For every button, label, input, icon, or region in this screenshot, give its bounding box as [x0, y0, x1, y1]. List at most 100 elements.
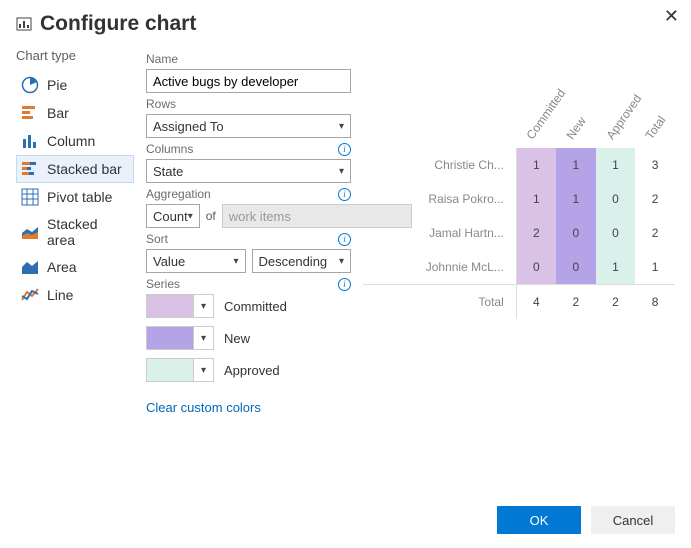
rows-label: Rows: [146, 97, 351, 111]
series-name: New: [224, 331, 250, 346]
pie-icon: [21, 76, 39, 94]
stacked-area-icon: [21, 223, 39, 241]
series-row: ▾ New: [146, 326, 351, 350]
pivot-cell: 2: [516, 216, 556, 250]
sort-label: Sort: [146, 232, 168, 246]
series-row: ▾ Committed: [146, 294, 351, 318]
pivot-cell: 0: [556, 250, 596, 285]
chart-type-label-text: Area: [47, 259, 77, 275]
pivot-cell: 1: [635, 250, 675, 285]
pivot-row-header: Raisa Pokro...: [363, 182, 516, 216]
chart-type-bar[interactable]: Bar: [16, 99, 134, 127]
pivot-row-header: Christie Ch...: [363, 148, 516, 182]
close-icon[interactable]: ✕: [664, 6, 679, 27]
chart-type-pie[interactable]: Pie: [16, 71, 134, 99]
pivot-cell: 1: [516, 148, 556, 182]
rows-select[interactable]: Assigned To ▾: [146, 114, 351, 138]
color-swatch: [147, 295, 193, 317]
chevron-down-icon: ▾: [193, 327, 213, 349]
pivot-cell: 2: [596, 285, 636, 320]
pivot-cell: 0: [596, 216, 636, 250]
chevron-down-icon: ▾: [193, 295, 213, 317]
series-name: Approved: [224, 363, 280, 378]
chart-type-area[interactable]: Area: [16, 253, 134, 281]
pivot-cell: 1: [556, 148, 596, 182]
chart-type-label-text: Pie: [47, 77, 67, 93]
chart-type-panel: Chart type Pie Bar Column Stacked bar Pi…: [16, 48, 134, 415]
chart-type-label-text: Bar: [47, 105, 69, 121]
pivot-table-icon: [21, 188, 39, 206]
pivot-row: Christie Ch...1113: [363, 148, 675, 182]
sort-direction-select[interactable]: Descending ▾: [252, 249, 352, 273]
chevron-down-icon: ▾: [193, 359, 213, 381]
columns-select-value: State: [153, 164, 183, 179]
dialog-title: Configure chart: [40, 12, 196, 36]
pivot-row: Raisa Pokro...1102: [363, 182, 675, 216]
chart-type-label-text: Pivot table: [47, 189, 112, 205]
chart-type-line[interactable]: Line: [16, 281, 134, 309]
info-icon[interactable]: i: [338, 188, 351, 201]
chevron-down-icon: ▾: [339, 121, 344, 132]
pivot-row-header: Jamal Hartn...: [363, 216, 516, 250]
series-label: Series: [146, 277, 180, 291]
chart-type-label: Chart type: [16, 48, 134, 63]
chart-icon: [16, 16, 32, 32]
series-name: Committed: [224, 299, 287, 314]
series-color-picker[interactable]: ▾: [146, 326, 214, 350]
pivot-col-header: Total: [635, 88, 675, 148]
aggregation-select[interactable]: Count ▾: [146, 204, 200, 228]
columns-select[interactable]: State ▾: [146, 159, 351, 183]
pivot-row: Johnnie McL...0011: [363, 250, 675, 285]
pivot-col-header: Approved: [596, 88, 636, 148]
pivot-cell: 1: [556, 182, 596, 216]
pivot-cell: 3: [635, 148, 675, 182]
pivot-cell: 0: [596, 182, 636, 216]
series-row: ▾ Approved: [146, 358, 351, 382]
info-icon[interactable]: i: [338, 233, 351, 246]
sort-field-value: Value: [153, 254, 185, 269]
ok-button[interactable]: OK: [497, 506, 581, 534]
name-input[interactable]: [146, 69, 351, 93]
pivot-row-header: Total: [363, 285, 516, 320]
pivot-total-row: Total4228: [363, 285, 675, 320]
bar-icon: [21, 104, 39, 122]
pivot-cell: 1: [596, 250, 636, 285]
chart-type-column[interactable]: Column: [16, 127, 134, 155]
chart-type-label-text: Stacked area: [47, 216, 129, 248]
stacked-bar-icon: [21, 160, 39, 178]
color-swatch: [147, 327, 193, 349]
rows-select-value: Assigned To: [153, 119, 224, 134]
pivot-cell: 1: [516, 182, 556, 216]
pivot-row: Jamal Hartn...2002: [363, 216, 675, 250]
series-color-picker[interactable]: ▾: [146, 358, 214, 382]
chevron-down-icon: ▾: [188, 211, 193, 222]
series-color-picker[interactable]: ▾: [146, 294, 214, 318]
chart-type-label-text: Line: [47, 287, 73, 303]
pivot-cell: 2: [635, 182, 675, 216]
sort-field-select[interactable]: Value ▾: [146, 249, 246, 273]
chart-type-pivot-table[interactable]: Pivot table: [16, 183, 134, 211]
sort-direction-value: Descending: [259, 254, 328, 269]
chart-type-label-text: Column: [47, 133, 95, 149]
chevron-down-icon: ▾: [339, 166, 344, 177]
info-icon[interactable]: i: [338, 278, 351, 291]
chevron-down-icon: ▾: [339, 256, 344, 267]
info-icon[interactable]: i: [338, 143, 351, 156]
chart-preview: CommittedNewApprovedTotalChristie Ch...1…: [363, 48, 675, 415]
line-icon: [21, 286, 39, 304]
column-icon: [21, 132, 39, 150]
area-icon: [21, 258, 39, 276]
chart-type-label-text: Stacked bar: [47, 161, 122, 177]
pivot-cell: 2: [556, 285, 596, 320]
pivot-col-header: Committed: [516, 88, 556, 148]
cancel-button[interactable]: Cancel: [591, 506, 675, 534]
pivot-cell: 8: [635, 285, 675, 320]
clear-custom-colors-link[interactable]: Clear custom colors: [146, 400, 261, 415]
of-label: of: [206, 209, 216, 223]
aggregation-value: Count: [153, 209, 188, 224]
name-label: Name: [146, 52, 351, 66]
pivot-cell: 0: [556, 216, 596, 250]
chart-type-stacked-area[interactable]: Stacked area: [16, 211, 134, 253]
config-form: Name Rows Assigned To ▾ Columns i State …: [146, 48, 351, 415]
chart-type-stacked-bar[interactable]: Stacked bar: [16, 155, 134, 183]
